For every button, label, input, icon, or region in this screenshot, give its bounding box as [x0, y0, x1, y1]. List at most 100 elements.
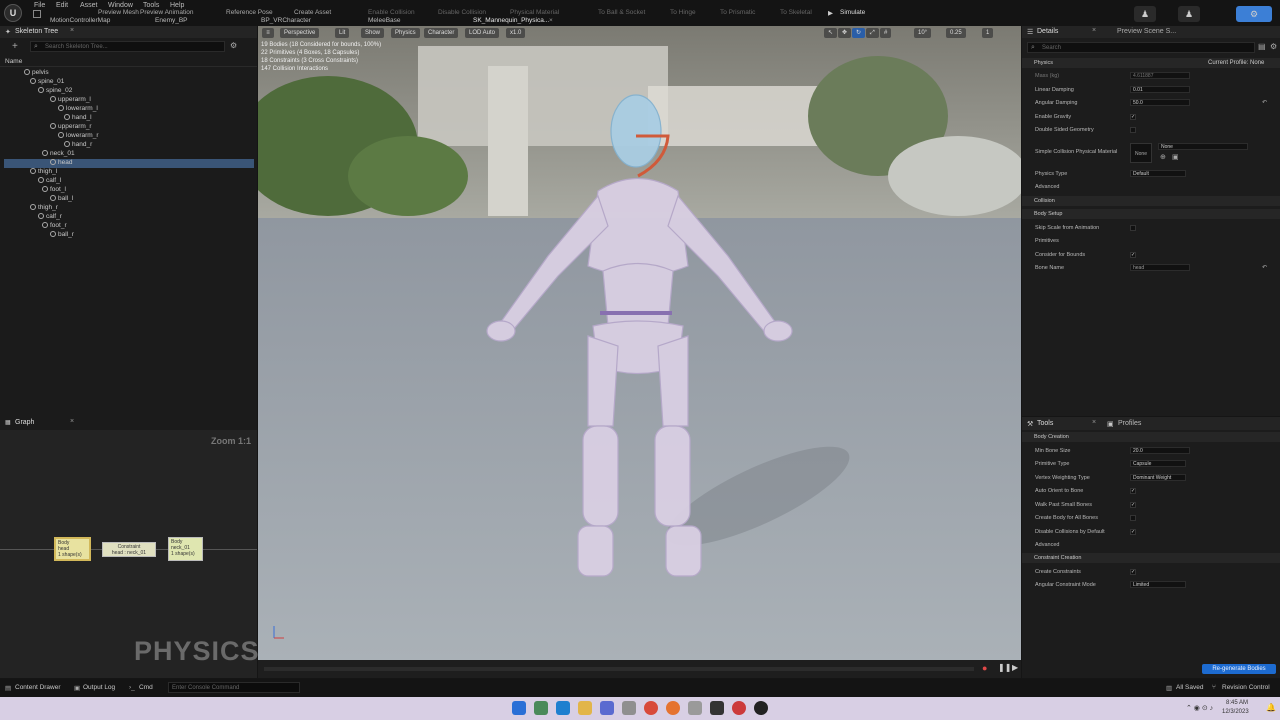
preview-animation-button[interactable]: Preview Animation	[140, 9, 193, 16]
details-settings-icon[interactable]: ⚙	[1270, 42, 1277, 51]
settings-gear-icon[interactable]: ⚙	[230, 41, 237, 50]
timeline-track[interactable]	[264, 667, 974, 671]
disable-collisions-checkbox[interactable]: ✓	[1130, 529, 1136, 535]
physics-button[interactable]: Physics	[391, 28, 420, 38]
bone-item-ball_l[interactable]: ball_l	[50, 195, 73, 202]
bone-item-calf_l[interactable]: calf_l	[38, 177, 61, 184]
lod-button[interactable]: LOD Auto	[465, 28, 500, 38]
bone-item-spine_01[interactable]: spine_01	[30, 78, 64, 85]
to-ball-socket-button[interactable]: To Ball & Socket	[598, 9, 645, 16]
tab-enemy-bp[interactable]: Enemy_BP	[155, 17, 188, 24]
scale-icon[interactable]: ⤢	[866, 28, 879, 38]
section-constraint-creation[interactable]: Constraint Creation	[1022, 553, 1280, 563]
create-body-checkbox[interactable]	[1130, 515, 1136, 521]
angular-mode-dropdown[interactable]: Limited	[1130, 581, 1186, 588]
menu-tools[interactable]: Tools	[143, 2, 159, 9]
node-body-head[interactable]: Body head 1 shape(s)	[54, 537, 91, 561]
bone-item-hand_l[interactable]: hand_l	[64, 114, 92, 121]
content-drawer-button[interactable]: Content Drawer	[15, 684, 61, 691]
to-skeletal-button[interactable]: To Skeletal	[780, 9, 812, 16]
firefox-icon[interactable]	[666, 701, 680, 715]
cmd-dropdown[interactable]: Cmd	[139, 684, 153, 691]
scale-snap-value[interactable]: 0.25	[946, 28, 966, 38]
browse-icon[interactable]: ⊕	[1160, 153, 1166, 161]
tools-close-icon[interactable]: ×	[1092, 419, 1096, 426]
primitives-expander[interactable]: Primitives	[1035, 238, 1059, 244]
system-tray-icons[interactable]: ⌃ ◉ ⊙ ♪	[1186, 704, 1213, 712]
physical-material-button[interactable]: Physical Material	[510, 9, 559, 16]
tab-close-icon[interactable]: ×	[549, 17, 553, 24]
auto-orient-checkbox[interactable]: ✓	[1130, 488, 1136, 494]
section-body-setup[interactable]: Body Setup	[1022, 209, 1280, 219]
all-saved-button[interactable]: All Saved	[1176, 684, 1203, 691]
bone-item-thigh_l[interactable]: thigh_l	[30, 168, 57, 175]
simulate-button[interactable]: Simulate	[840, 9, 865, 16]
vertex-weighting-dropdown[interactable]: Dominant Weight	[1130, 474, 1186, 481]
create-asset-button[interactable]: Create Asset	[294, 9, 331, 16]
consider-bounds-checkbox[interactable]: ✓	[1130, 252, 1136, 258]
step-forward-icon[interactable]: ▶	[1012, 663, 1018, 672]
to-prismatic-button[interactable]: To Prismatic	[720, 9, 755, 16]
skeleton-search-input[interactable]: ⌕ Search Skeleton Tree...	[30, 41, 225, 52]
file-explorer-icon[interactable]	[578, 701, 592, 715]
enable-gravity-checkbox[interactable]: ✓	[1130, 114, 1136, 120]
folder-icon[interactable]: ▣	[1172, 153, 1179, 161]
bone-item-lowerarm_l[interactable]: lowerarm_l	[58, 105, 98, 112]
person-icon[interactable]: ♟	[1134, 6, 1156, 22]
bone-item-head[interactable]: head	[50, 159, 72, 166]
node-constraint[interactable]: Constraint head : neck_01	[102, 542, 156, 557]
unreal-logo-icon[interactable]: U	[4, 4, 22, 22]
menu-window[interactable]: Window	[108, 2, 133, 9]
output-log-button[interactable]: Output Log	[83, 684, 115, 691]
tab-melee-base[interactable]: MeleeBase	[368, 17, 401, 24]
profiles-tab[interactable]: Profiles	[1118, 420, 1141, 427]
material-thumbnail[interactable]: None	[1130, 143, 1152, 163]
camera-icon[interactable]	[688, 701, 702, 715]
preview-mesh-button[interactable]: Preview Mesh	[98, 9, 139, 16]
double-sided-checkbox[interactable]	[1130, 127, 1136, 133]
menu-edit[interactable]: Edit	[56, 2, 68, 9]
primitive-type-dropdown[interactable]: Capsule	[1130, 460, 1186, 467]
close-icon[interactable]: ×	[70, 27, 74, 34]
preview-scene-tab[interactable]: Preview Scene S...	[1117, 28, 1176, 35]
bone-item-ball_r[interactable]: ball_r	[50, 231, 74, 238]
tools-advanced-expander[interactable]: Advanced	[1035, 542, 1059, 548]
add-icon[interactable]: +	[12, 41, 18, 52]
console-input[interactable]: Enter Console Command	[168, 682, 300, 693]
details-close-icon[interactable]: ×	[1092, 27, 1096, 34]
bone-item-lowerarm_r[interactable]: lowerarm_r	[58, 132, 99, 139]
store-icon[interactable]	[600, 701, 614, 715]
reference-pose-button[interactable]: Reference Pose	[226, 9, 273, 16]
person-alt-icon[interactable]: ♟	[1178, 6, 1200, 22]
create-constraints-checkbox[interactable]: ✓	[1130, 569, 1136, 575]
app-icon[interactable]	[622, 701, 636, 715]
edge-icon[interactable]	[556, 701, 570, 715]
tab-bp-vr-character[interactable]: BP_VRCharacter	[261, 17, 311, 24]
translate-icon[interactable]: ✥	[838, 28, 852, 38]
lit-button[interactable]: Lit	[335, 28, 350, 38]
bone-item-foot_r[interactable]: foot_r	[42, 222, 67, 229]
angular-damping-field[interactable]: 50.0	[1130, 99, 1190, 106]
min-bone-size-field[interactable]: 20.0	[1130, 447, 1190, 454]
node-body-neck[interactable]: Body neck_01 1 shape(s)	[168, 537, 203, 561]
bone-item-upperarm_l[interactable]: upperarm_l	[50, 96, 91, 103]
view-options-icon[interactable]: ▤	[1258, 42, 1266, 51]
bone-item-pelvis[interactable]: pelvis	[24, 69, 49, 76]
disable-collision-button[interactable]: Disable Collision	[438, 9, 486, 16]
camera-speed-value[interactable]: 1	[982, 28, 994, 38]
physics-type-dropdown[interactable]: Default	[1130, 170, 1186, 177]
rotation-snap-value[interactable]: 10°	[914, 28, 932, 38]
linear-damping-field[interactable]: 0.01	[1130, 86, 1190, 93]
unreal-taskbar-icon[interactable]	[754, 701, 768, 715]
menu-file[interactable]: File	[34, 2, 45, 9]
bone-item-thigh_r[interactable]: thigh_r	[30, 204, 58, 211]
grid-snap-icon[interactable]: #	[880, 28, 892, 38]
record-icon[interactable]: ●	[982, 663, 987, 673]
play-icon[interactable]: ▶	[828, 9, 833, 17]
bone-item-calf_r[interactable]: calf_r	[38, 213, 62, 220]
enable-collision-button[interactable]: Enable Collision	[368, 9, 415, 16]
viewport-menu-icon[interactable]: ≡	[262, 28, 274, 38]
reset-icon[interactable]: ↶	[1262, 99, 1267, 106]
playback-speed-button[interactable]: x1.0	[506, 28, 526, 38]
bone-item-foot_l[interactable]: foot_l	[42, 186, 66, 193]
